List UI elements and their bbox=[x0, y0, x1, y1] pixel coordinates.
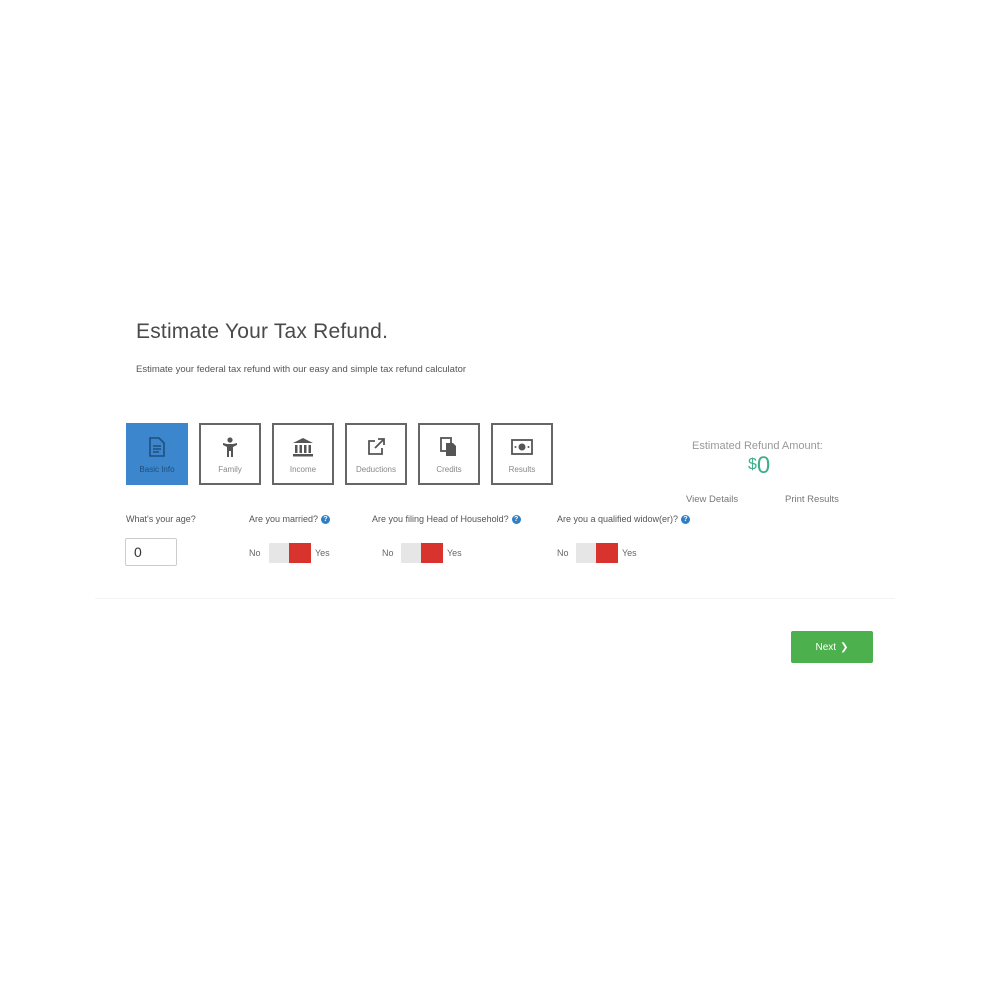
step-credits[interactable]: Credits bbox=[418, 423, 480, 485]
age-question: What's your age? bbox=[126, 514, 196, 524]
step-label: Basic Info bbox=[139, 465, 175, 474]
money-icon bbox=[511, 436, 533, 458]
step-label: Credits bbox=[436, 465, 462, 474]
refund-value: 0 bbox=[756, 452, 771, 479]
chevron-right-icon: ❯ bbox=[840, 641, 849, 653]
toggle-yes-label: Yes bbox=[622, 548, 637, 558]
refund-amount: $0 bbox=[748, 452, 770, 480]
toggle-no-label: No bbox=[249, 548, 261, 558]
page-title: Estimate Your Tax Refund. bbox=[136, 320, 389, 343]
age-input[interactable] bbox=[125, 538, 177, 566]
document-icon bbox=[146, 436, 168, 458]
view-details-link[interactable]: View Details bbox=[686, 494, 738, 505]
toggle-no-label: No bbox=[557, 548, 569, 558]
toggle-yes-label: Yes bbox=[447, 548, 462, 558]
next-button[interactable]: Next ❯ bbox=[791, 631, 873, 663]
external-link-icon bbox=[365, 436, 387, 458]
toggle-knob bbox=[289, 543, 311, 563]
hoh-label: Are you filing Head of Household? bbox=[372, 514, 509, 524]
bank-icon bbox=[292, 436, 314, 458]
step-income[interactable]: Income bbox=[272, 423, 334, 485]
hoh-question: Are you filing Head of Household? ? bbox=[372, 514, 521, 524]
widow-question: Are you a qualified widow(er)? ? bbox=[557, 514, 691, 524]
person-icon bbox=[219, 436, 241, 458]
step-results[interactable]: Results bbox=[491, 423, 553, 485]
age-label: What's your age? bbox=[126, 514, 196, 524]
print-results-link[interactable]: Print Results bbox=[785, 494, 839, 505]
married-question: Are you married? ? bbox=[249, 514, 331, 524]
widow-toggle[interactable] bbox=[576, 543, 618, 563]
help-icon[interactable]: ? bbox=[681, 514, 691, 524]
widow-label: Are you a qualified widow(er)? bbox=[557, 514, 679, 524]
refund-label: Estimated Refund Amount: bbox=[692, 440, 823, 452]
step-label: Deductions bbox=[355, 465, 397, 474]
divider bbox=[95, 598, 895, 599]
help-icon[interactable]: ? bbox=[511, 514, 521, 524]
step-label: Income bbox=[289, 465, 317, 474]
help-icon[interactable]: ? bbox=[321, 514, 331, 524]
married-toggle[interactable] bbox=[269, 543, 311, 563]
copy-icon bbox=[438, 436, 460, 458]
step-family[interactable]: Family bbox=[199, 423, 261, 485]
next-label: Next bbox=[815, 641, 837, 653]
step-basic-info[interactable]: Basic Info bbox=[126, 423, 188, 485]
page-subtitle: Estimate your federal tax refund with ou… bbox=[136, 364, 467, 375]
step-label: Results bbox=[508, 465, 536, 474]
toggle-knob bbox=[421, 543, 443, 563]
toggle-knob bbox=[596, 543, 618, 563]
step-deductions[interactable]: Deductions bbox=[345, 423, 407, 485]
toggle-yes-label: Yes bbox=[315, 548, 330, 558]
hoh-toggle[interactable] bbox=[401, 543, 443, 563]
married-label: Are you married? bbox=[249, 514, 319, 524]
refund-currency: $ bbox=[748, 456, 757, 473]
step-label: Family bbox=[218, 465, 242, 474]
toggle-no-label: No bbox=[382, 548, 394, 558]
